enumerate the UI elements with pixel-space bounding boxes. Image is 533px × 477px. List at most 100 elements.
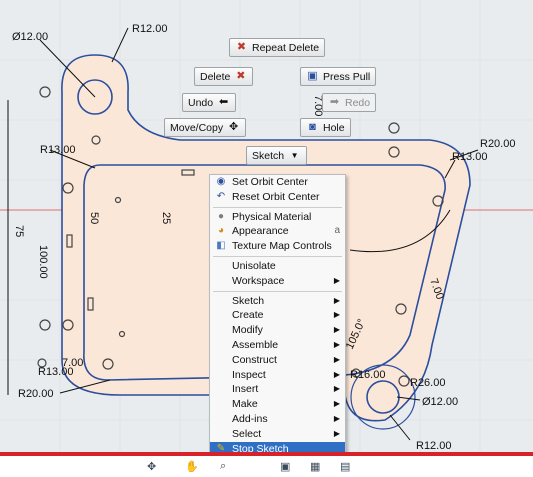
submenu-arrow-icon: ▶ (333, 384, 340, 394)
menu-item-reset-orbit-center[interactable]: ↶ Reset Orbit Center (210, 190, 345, 205)
press-pull-icon: ▣ (307, 70, 318, 82)
zoom-icon[interactable]: ⌕ (220, 460, 226, 473)
menu-item-add-ins[interactable]: Add-ins ▶ (210, 412, 345, 427)
submenu-arrow-icon: ▶ (333, 354, 340, 364)
dim-radius-16[interactable]: R16.00 (350, 369, 385, 381)
press-pull-label: Press Pull (323, 70, 371, 83)
menu-item-appearance[interactable]: ◕ Appearance a (210, 224, 345, 239)
menu-item-label: Set Orbit Center (232, 176, 308, 188)
menu-item-label: Assemble (232, 338, 279, 351)
move-copy-button[interactable]: Move/Copy ✥ (164, 118, 247, 137)
submenu-arrow-icon: ▶ (333, 275, 340, 285)
undo-label: Undo (188, 96, 214, 109)
repeat-delete-icon: ✖ (236, 41, 247, 53)
dim-bottom-hole-diameter[interactable]: Ø12.00 (422, 396, 458, 408)
menu-item-label: Appearance (232, 225, 289, 238)
menu-separator (213, 206, 342, 208)
move-copy-label: Move/Copy (170, 121, 224, 134)
texture-map-icon: ◧ (216, 240, 226, 252)
menu-item-insert[interactable]: Insert ▶ (210, 382, 345, 397)
menu-item-select[interactable]: Select ▶ (210, 427, 345, 442)
grid-settings-icon[interactable]: ▦ (310, 460, 320, 473)
dim-left-corner-radius[interactable]: R13.00 (40, 144, 75, 156)
menu-item-sketch[interactable]: Sketch ▶ (210, 294, 345, 309)
hole-icon: ◙ (309, 121, 316, 133)
dim-100-cut[interactable]: 100.00 (37, 245, 49, 279)
menu-item-physical-material[interactable]: ● Physical Material (210, 210, 345, 225)
menu-item-label: Physical Material (232, 210, 312, 223)
submenu-arrow-icon: ▶ (333, 339, 340, 349)
menu-item-label: Add-ins (232, 412, 268, 425)
submenu-arrow-icon: ▶ (333, 325, 340, 335)
redo-label: Redo (345, 96, 371, 109)
sketch-dropdown-label: Sketch (252, 149, 285, 162)
press-pull-button[interactable]: ▣ Press Pull (300, 67, 377, 86)
dim-50[interactable]: 50 (88, 212, 100, 224)
menu-item-label: Sketch (232, 294, 265, 307)
chevron-down-icon: ▼ (290, 151, 299, 160)
menu-item-label: Unisolate (232, 259, 276, 272)
menu-separator (213, 290, 342, 292)
submenu-arrow-icon: ▶ (333, 428, 340, 438)
context-menu: ◉ Set Orbit Center ↶ Reset Orbit Center ● Phy… (209, 174, 346, 457)
menu-item-create[interactable]: Create ▶ (210, 308, 345, 323)
submenu-arrow-icon: ▶ (333, 295, 340, 305)
menu-item-label: Create (232, 309, 264, 322)
submenu-arrow-icon: ▶ (333, 399, 340, 409)
hole-label: Hole (323, 121, 345, 134)
dim-bottom-left-radius[interactable]: R13.00 (38, 366, 73, 378)
menu-item-label: Texture Map Controls (232, 240, 332, 253)
redo-arrow-icon: ➡ (329, 96, 340, 108)
menu-item-label: Inspect (232, 368, 266, 381)
menu-item-inspect[interactable]: Inspect ▶ (210, 368, 345, 383)
delete-icon: ✖ (236, 70, 246, 82)
dim-top-hole-diameter[interactable]: Ø12.00 (12, 31, 48, 43)
menu-item-label: Make (232, 398, 258, 411)
menu-item-modify[interactable]: Modify ▶ (210, 323, 345, 338)
reset-orbit-icon: ↶ (216, 190, 226, 202)
pan-icon[interactable]: ✋ (185, 460, 199, 473)
submenu-arrow-icon: ▶ (333, 413, 340, 423)
display-settings-icon[interactable]: ▣ (280, 460, 290, 473)
dim-right-corner-radius[interactable]: R13.00 (452, 151, 487, 163)
menu-item-label: Modify (232, 324, 263, 337)
menu-separator (213, 255, 342, 257)
menu-item-workspace[interactable]: Workspace ▶ (210, 274, 345, 289)
dim-25[interactable]: 25 (160, 212, 172, 224)
dim-75[interactable]: 75 (13, 225, 25, 237)
bottom-toolbar (0, 456, 533, 477)
redo-button[interactable]: ➡ Redo (322, 93, 377, 112)
menu-item-construct[interactable]: Construct ▶ (210, 353, 345, 368)
appearance-icon: ◕ (217, 225, 225, 237)
sketch-dropdown-button[interactable]: Sketch ▼ (246, 146, 308, 165)
dim-right-top-radius[interactable]: R20.00 (480, 138, 515, 150)
undo-arrow-icon: ⬅ (219, 96, 229, 108)
menu-item-unisolate[interactable]: Unisolate (210, 259, 345, 274)
submenu-arrow-icon: ▶ (333, 310, 340, 320)
undo-button[interactable]: Undo ⬅ (182, 93, 237, 112)
menu-item-make[interactable]: Make ▶ (210, 397, 345, 412)
material-sphere-icon: ● (217, 210, 225, 222)
dim-top-radius[interactable]: R12.00 (132, 23, 167, 35)
repeat-delete-button[interactable]: ✖ Repeat Delete (229, 38, 326, 57)
move-arrows-icon: ✥ (229, 121, 239, 133)
menu-item-texture-map-controls[interactable]: ◧ Texture Map Controls (210, 239, 345, 254)
orbit-icon[interactable]: ✥ (147, 460, 156, 473)
dim-radius-26[interactable]: R26.00 (410, 377, 445, 389)
repeat-delete-label: Repeat Delete (252, 41, 320, 54)
menu-item-shortcut: a (334, 225, 340, 237)
menu-item-label: Workspace (232, 274, 285, 287)
menu-item-set-orbit-center[interactable]: ◉ Set Orbit Center (210, 175, 345, 190)
menu-item-label: Select (232, 427, 262, 440)
menu-item-label: Insert (232, 383, 259, 396)
dim-bottom-left-outer-radius[interactable]: R20.00 (18, 388, 53, 400)
delete-label: Delete (200, 70, 231, 83)
viewports-icon[interactable]: ▤ (340, 460, 350, 473)
menu-item-assemble[interactable]: Assemble ▶ (210, 338, 345, 353)
submenu-arrow-icon: ▶ (333, 369, 340, 379)
menu-item-label: Construct (232, 353, 277, 366)
delete-button[interactable]: Delete ✖ (194, 67, 254, 86)
orbit-center-icon: ◉ (216, 176, 226, 187)
dim-bottom-radius[interactable]: R12.00 (416, 440, 451, 452)
hole-button[interactable]: ◙ Hole (300, 118, 351, 137)
